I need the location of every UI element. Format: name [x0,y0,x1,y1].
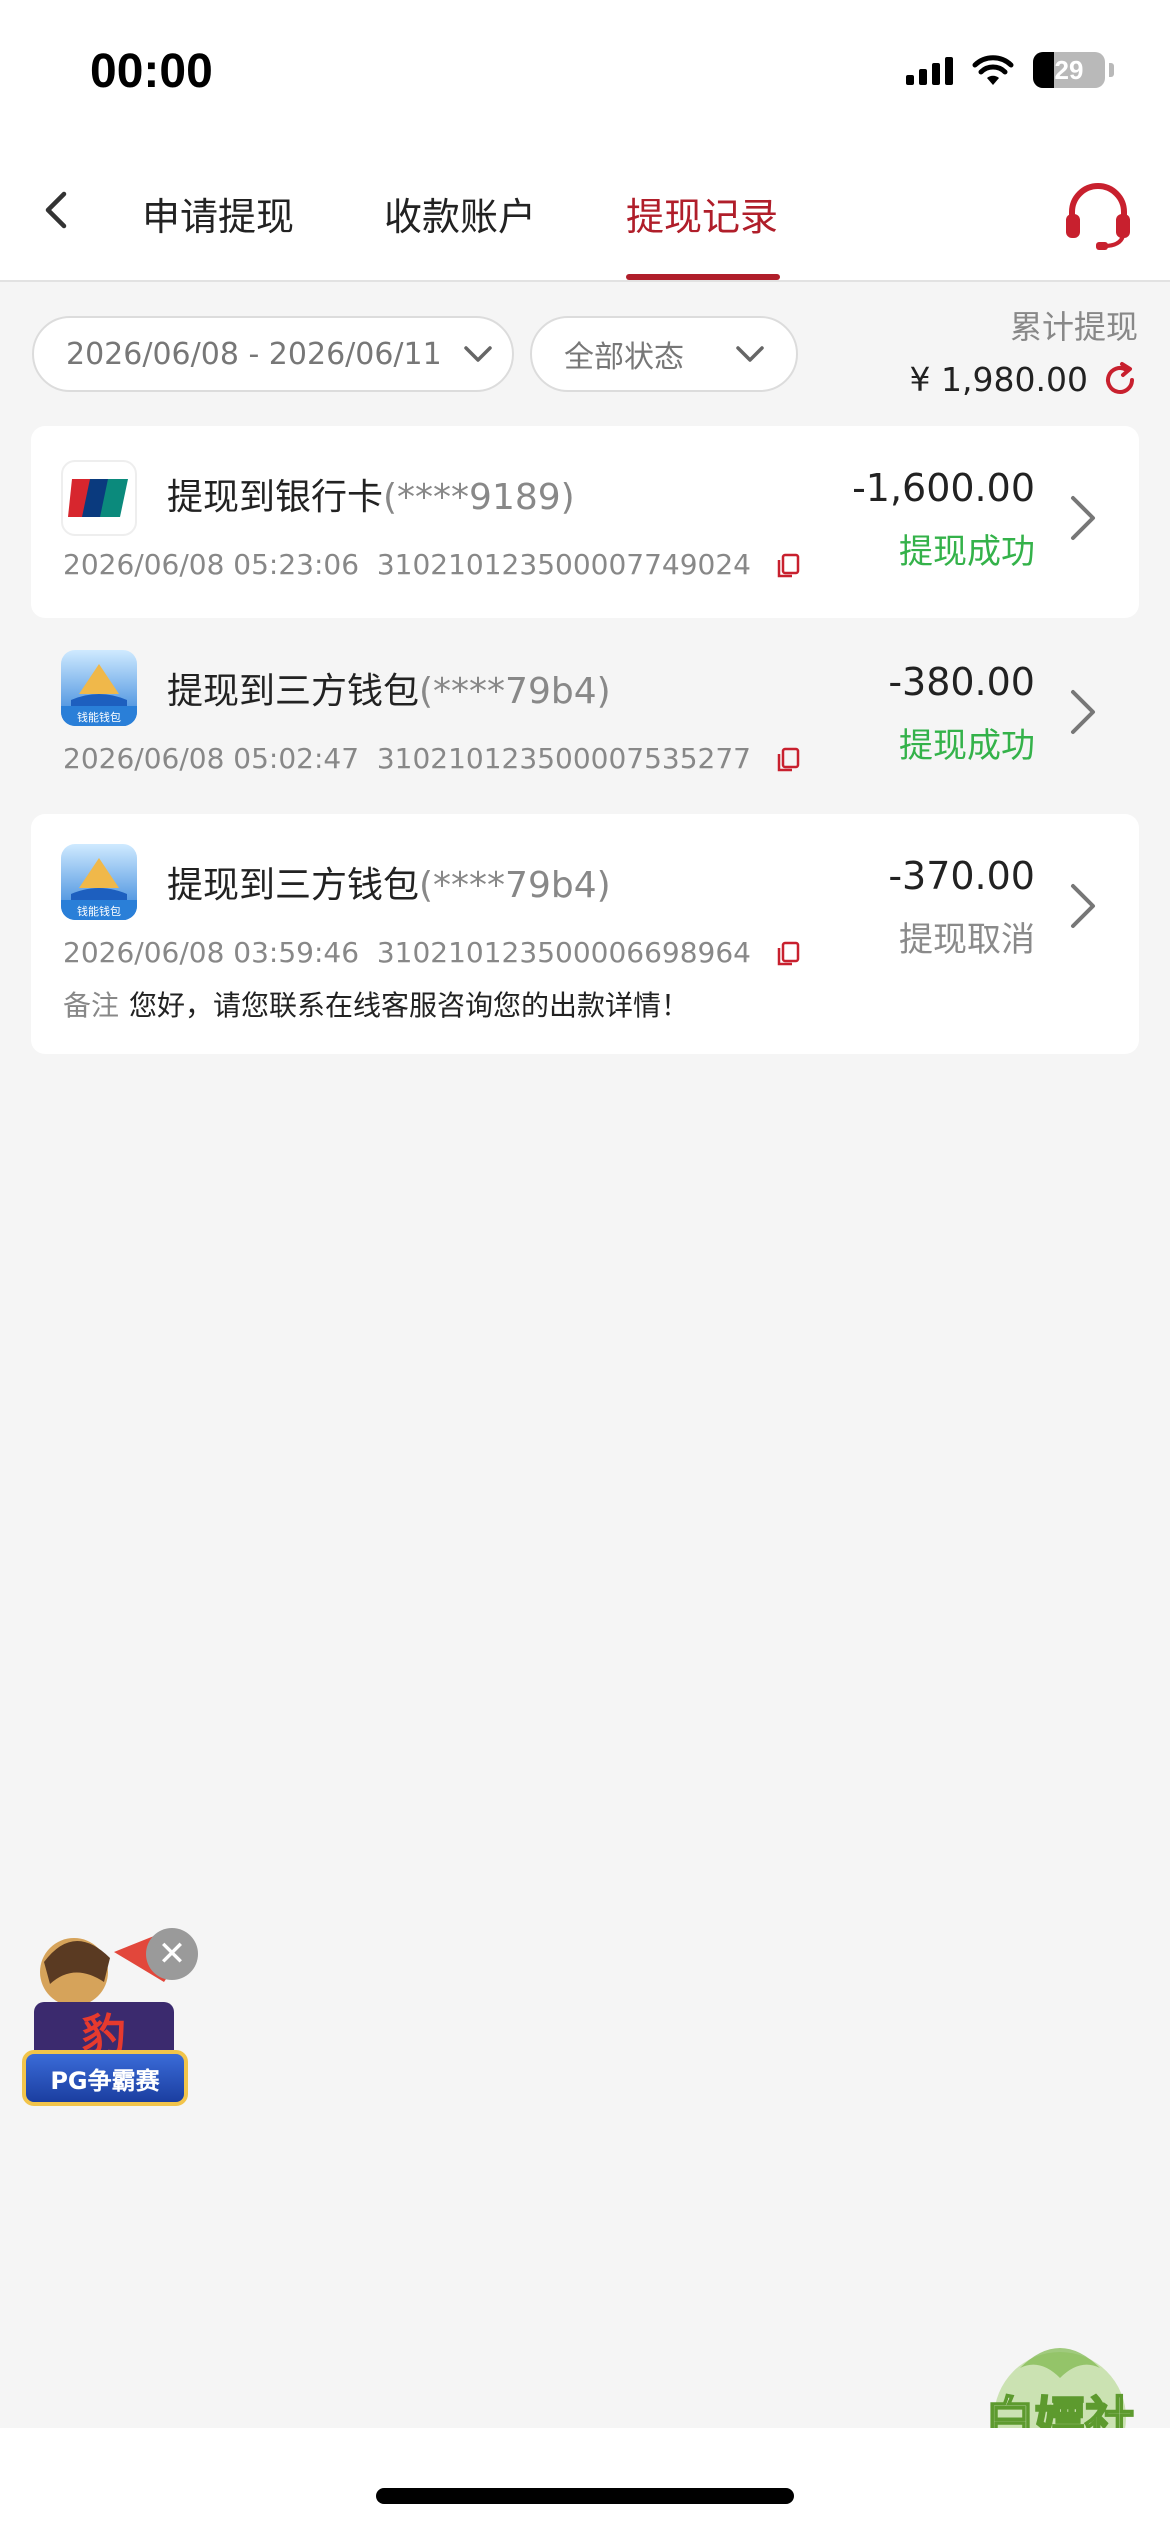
record-account: (****9189) [383,477,575,518]
tab-apply-withdraw[interactable]: 申请提现 [142,186,294,241]
note-label: 备注 [63,989,120,1022]
record-datetime: 2026/06/08 05:02:47 [63,742,360,775]
unionpay-logo-icon [61,460,137,536]
total-withdraw-label: 累计提现 [1009,308,1138,346]
wallet-app-icon: 钱能钱包 [61,844,137,920]
home-indicator[interactable] [376,2488,794,2504]
wallet-icon-caption: 钱能钱包 [77,710,121,724]
back-arrow-icon[interactable] [28,180,88,240]
record-status: 提现取消 [899,920,1035,960]
cellular-signal-icon [906,55,953,85]
record-amount: -380.00 [888,660,1035,704]
total-withdraw-amount: ¥ 1,980.00 [909,360,1088,399]
copy-icon[interactable] [776,747,800,773]
tab-withdraw-records[interactable]: 提现记录 [626,186,778,241]
record-type: 提现到三方钱包 [167,865,420,906]
record-note: 备注 您好，请您联系在线客服咨询您的出款详情！ [63,984,689,1024]
record-order-id: 310210123500006698964 [376,936,751,969]
customer-service-headset-icon[interactable] [1058,174,1138,254]
status-time: 00:00 [90,45,213,98]
promo-label[interactable]: PG争霸赛 [22,2050,188,2106]
record-status: 提现成功 [899,532,1035,572]
refresh-icon[interactable] [1100,360,1140,400]
status-bar: 00:00 29 [0,0,1170,150]
nav-bar: 申请提现 收款账户 提现记录 [0,150,1170,282]
wallet-icon-caption: 钱能钱包 [77,904,121,918]
record-title: 提现到三方钱包(****79b4) [167,662,611,714]
record-card[interactable]: 钱能钱包 提现到三方钱包(****79b4) 2026/06/08 05:02:… [31,620,1139,812]
record-order-id: 310210123500007535277 [376,742,751,775]
chevron-right-icon [1071,690,1095,734]
record-title: 提现到银行卡(****9189) [167,468,575,520]
date-range-filter[interactable]: 2026/06/08 - 2026/06/11 [32,316,514,392]
chevron-right-icon [1071,884,1095,928]
record-meta: 2026/06/08 03:59:46 31021012350000669896… [63,936,800,969]
active-tab-indicator [626,274,780,280]
chevron-right-icon [1071,496,1095,540]
record-datetime: 2026/06/08 05:23:06 [63,548,360,581]
copy-icon[interactable] [776,553,800,579]
wallet-app-icon: 钱能钱包 [61,650,137,726]
close-promo-button[interactable]: ✕ [146,1928,198,1980]
record-order-id: 310210123500007749024 [376,548,751,581]
record-card[interactable]: 提现到银行卡(****9189) 2026/06/08 05:23:06 310… [31,426,1139,618]
record-status: 提现成功 [899,726,1035,766]
record-account: (****79b4) [419,671,611,712]
record-title: 提现到三方钱包(****79b4) [167,856,611,908]
battery-icon: 29 [1033,52,1105,88]
record-type: 提现到三方钱包 [167,671,420,712]
status-filter-text: 全部状态 [564,340,684,375]
status-icons: 29 [906,52,1114,88]
record-datetime: 2026/06/08 03:59:46 [63,936,360,969]
record-type: 提现到银行卡 [167,477,384,518]
tab-payee-accounts[interactable]: 收款账户 [384,186,536,241]
record-meta: 2026/06/08 05:02:47 31021012350000753527… [63,742,800,775]
bottom-safe-area [0,2428,1170,2532]
record-account: (****79b4) [419,865,611,906]
note-text: 您好，请您联系在线客服咨询您的出款详情！ [129,989,690,1022]
record-amount: -370.00 [888,854,1035,898]
record-amount: -1,600.00 [852,466,1035,510]
battery-level: 29 [1054,54,1084,85]
copy-icon[interactable] [776,941,800,967]
record-card[interactable]: 钱能钱包 提现到三方钱包(****79b4) 2026/06/08 03:59:… [31,814,1139,1054]
wifi-icon [972,55,1014,85]
battery-tip [1109,63,1114,77]
date-range-text: 2026/06/08 - 2026/06/11 [66,336,442,372]
record-meta: 2026/06/08 05:23:06 31021012350000774902… [63,548,800,581]
chevron-down-icon [460,336,496,372]
status-filter[interactable]: 全部状态 [530,316,798,392]
chevron-down-icon [736,346,764,362]
